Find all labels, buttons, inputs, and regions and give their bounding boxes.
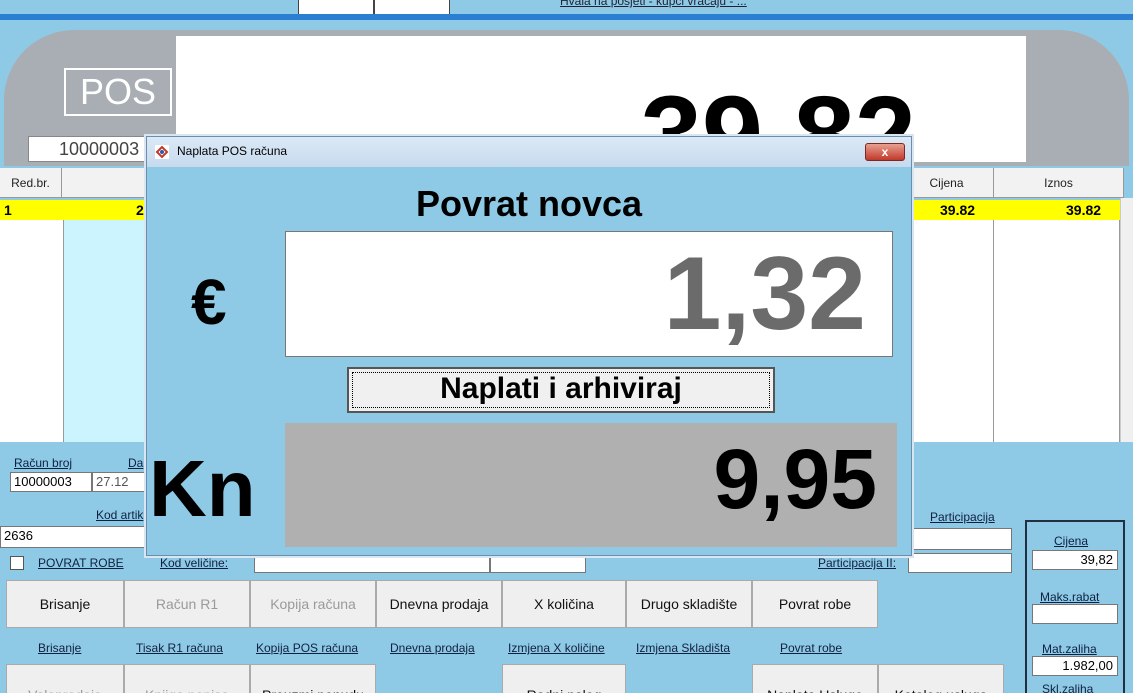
radni-nalog-button[interactable]: Radni nalog	[502, 664, 626, 693]
maks-rabat-field[interactable]	[1032, 604, 1118, 624]
app-icon	[155, 145, 169, 159]
euro-symbol: €	[191, 266, 227, 338]
brisanje-caption[interactable]: Brisanje	[38, 641, 81, 655]
table-col-red-br	[0, 220, 64, 442]
dnevna-prodaja-button[interactable]: Dnevna prodaja	[376, 580, 502, 628]
mat-zaliha-label: Mat.zaliha	[1042, 642, 1097, 656]
participacija-label: Participacija	[930, 510, 995, 524]
header-cijena[interactable]: Cijena	[900, 168, 994, 198]
x-kolicina-caption[interactable]: Izmjena X količine	[508, 641, 605, 655]
kod-artikla-field[interactable]: 2636	[0, 526, 150, 548]
participacija2-field[interactable]	[908, 553, 1012, 573]
kod-velicine-field[interactable]	[254, 553, 490, 573]
preuzmi-ponudu-button[interactable]: Preuzmi ponudu	[250, 664, 376, 693]
dnevna-prodaja-caption[interactable]: Dnevna prodaja	[390, 641, 475, 655]
dialog-heading: Povrat novca	[415, 183, 643, 224]
kod-velicine-label: Kod veličine:	[160, 556, 229, 570]
mat-zaliha-field[interactable]: 1.982,00	[1032, 656, 1118, 676]
euro-amount-display: 1,32	[285, 231, 893, 357]
drugo-skladiste-button[interactable]: Drugo skladište	[626, 580, 752, 628]
racun-r1-button[interactable]: Račun R1	[124, 580, 250, 628]
header-red-br[interactable]: Red.br.	[0, 168, 62, 198]
datum-field[interactable]: 27.12	[92, 472, 150, 492]
kopija-racuna-caption[interactable]: Kopija POS računa	[256, 641, 358, 655]
racun-broj-field[interactable]: 10000003	[10, 472, 92, 492]
kod-artikla-label: Kod artik	[96, 508, 144, 522]
table-col-cijena	[900, 220, 994, 442]
kn-symbol: Kn	[149, 444, 256, 533]
naplati-arhiviraj-button[interactable]: Naplati i arhiviraj	[347, 367, 775, 413]
side-cijena-field[interactable]: 39,82	[1032, 550, 1118, 570]
povrat-robe-label: POVRAT ROBE	[38, 556, 124, 570]
racun-r1-caption[interactable]: Tisak R1 računa	[136, 641, 223, 655]
povrat-robe-checkbox[interactable]	[10, 556, 24, 570]
top-divider	[0, 14, 1133, 20]
povrat-robe-button[interactable]: Povrat robe	[752, 580, 878, 628]
drugo-skladiste-caption[interactable]: Izmjena Skladišta	[636, 641, 730, 655]
row-red-br: 1	[4, 202, 12, 218]
datum-label: Da	[128, 456, 144, 470]
knjiga-popisa-button[interactable]: Knjiga popisa	[124, 664, 250, 693]
kod-velicine-field-2[interactable]	[490, 553, 586, 573]
participacija-field[interactable]	[908, 528, 1012, 550]
close-icon: x	[881, 145, 889, 159]
receipt-number-field[interactable]: 10000003	[28, 136, 150, 162]
top-note: Hvala na posjeti - kupci vraćaju - ...	[560, 0, 747, 8]
header-iznos[interactable]: Iznos	[994, 168, 1124, 198]
x-kolicina-button[interactable]: X količina	[502, 580, 626, 628]
close-button[interactable]: x	[865, 143, 905, 161]
side-cijena-label: Cijena	[1054, 534, 1089, 548]
participacija2-label: Participacija II:	[818, 556, 897, 570]
valoprodaja-button[interactable]: Valoprodaja	[6, 664, 124, 693]
dialog-title: Naplata POS računa	[177, 144, 288, 158]
brisanje-button[interactable]: Brisanje	[6, 580, 124, 628]
euro-amount: 1,32	[663, 236, 866, 352]
skl-zaliha-label: Skl.zaliha	[1042, 682, 1094, 693]
kopija-racuna-button[interactable]: Kopija računa	[250, 580, 376, 628]
povrat-robe-caption[interactable]: Povrat robe	[780, 641, 842, 655]
pos-application-window: Hvala na posjeti - kupci vraćaju - ... P…	[0, 0, 1133, 693]
katalog-usluga-button[interactable]: Katalog usluga	[878, 664, 1004, 693]
racun-broj-label: Račun broj	[14, 456, 73, 470]
payment-dialog: Naplata POS računa x Povrat novca € 1,32…	[146, 136, 912, 556]
row-sifra: 2	[136, 202, 144, 218]
table-scrollbar[interactable]	[1120, 198, 1133, 442]
row-iznos: 39.82	[1066, 202, 1102, 218]
kn-amount-display: 9,95	[285, 423, 897, 547]
pos-logo: POS	[64, 68, 172, 116]
row-cijena: 39.82	[940, 202, 976, 218]
kn-amount: 9,95	[713, 432, 878, 526]
table-col-iznos	[994, 220, 1120, 442]
maks-rabat-label: Maks.rabat	[1040, 590, 1100, 604]
naplata-usluge-button[interactable]: Naplata Usluge	[752, 664, 878, 693]
